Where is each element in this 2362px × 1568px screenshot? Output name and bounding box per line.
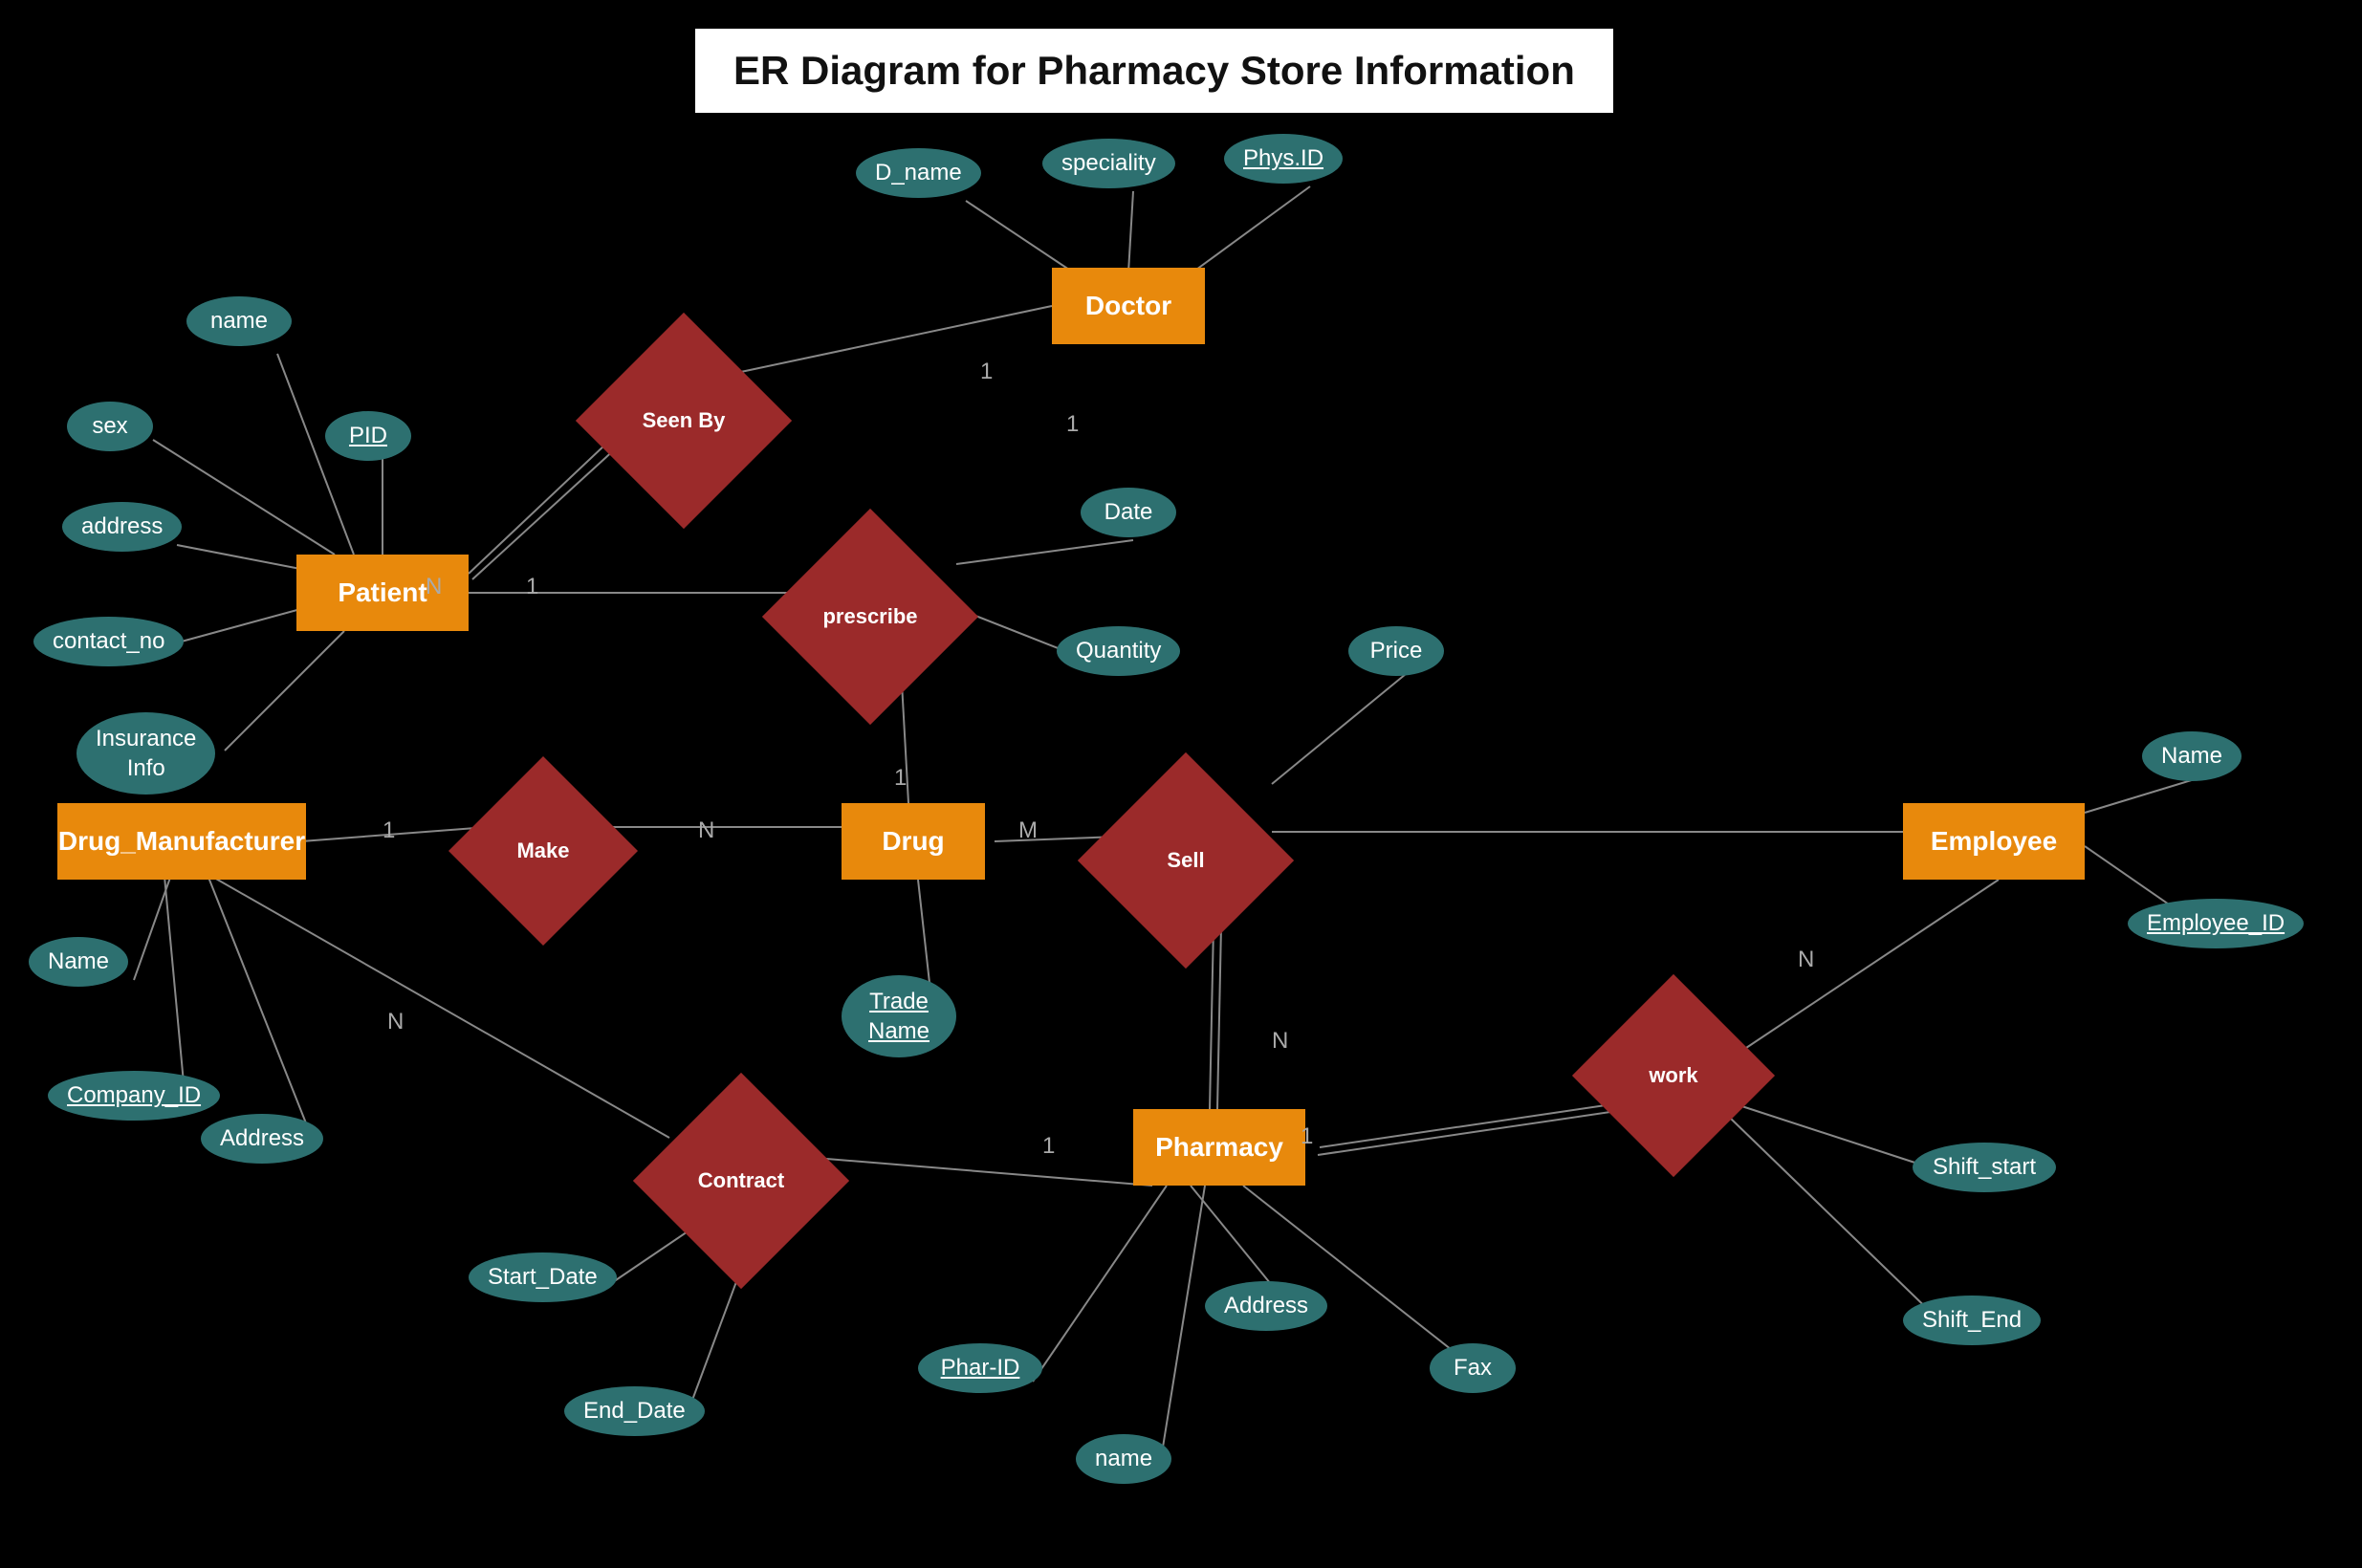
attr-prescribe-date: Date <box>1081 488 1176 537</box>
attr-doctor-speciality: speciality <box>1042 139 1175 188</box>
attr-pharmacy-address: Address <box>1205 1281 1327 1331</box>
card-prescribe-patient: N <box>426 574 442 600</box>
relationship-seen-by: Seen By <box>607 344 760 497</box>
attr-employee-empid: Employee_ID <box>2128 899 2304 948</box>
attr-dm-name: Name <box>29 937 128 987</box>
attr-employee-name: Name <box>2142 731 2242 781</box>
attr-patient-contact: contact_no <box>33 617 184 666</box>
attr-doctor-physid: Phys.ID <box>1224 134 1343 184</box>
attr-patient-address: address <box>62 502 182 552</box>
card-seenby-doctor: 1 <box>980 359 993 385</box>
attr-drug-tradename: Trade Name <box>842 975 956 1057</box>
attr-patient-insurance: Insurance Info <box>77 712 215 795</box>
attr-work-shiftend: Shift_End <box>1903 1296 2041 1345</box>
attr-work-shiftstart: Shift_start <box>1913 1143 2056 1192</box>
diagram-title: ER Diagram for Pharmacy Store Informatio… <box>695 29 1613 113</box>
entity-employee: Employee <box>1903 803 2085 880</box>
relationship-work: work <box>1602 1004 1745 1147</box>
attr-sell-price: Price <box>1348 626 1444 676</box>
attr-contract-startdate: Start_Date <box>469 1252 617 1302</box>
card-sell-drug: M <box>1018 817 1038 844</box>
attr-pharmacy-pharid: Phar-ID <box>918 1343 1042 1393</box>
relationship-make: Make <box>476 784 610 918</box>
attr-dm-companyid: Company_ID <box>48 1071 220 1121</box>
card-make-dm: 1 <box>383 817 395 844</box>
attr-dm-address: Address <box>201 1114 323 1164</box>
entity-drug-manufacturer: Drug_Manufacturer <box>57 803 306 880</box>
card-sell-pharmacy: N <box>1272 1028 1288 1055</box>
relationship-prescribe: prescribe <box>794 540 947 693</box>
card-prescribe-drug: 1 <box>894 765 907 792</box>
attr-patient-pid: PID <box>325 411 411 461</box>
attr-pharmacy-name: name <box>1076 1434 1171 1484</box>
card-work-employee: N <box>1798 947 1814 973</box>
entity-pharmacy: Pharmacy <box>1133 1109 1305 1186</box>
card-make-drug: N <box>698 817 714 844</box>
attr-prescribe-quantity: Quantity <box>1057 626 1180 676</box>
card-prescribe-patient2: 1 <box>526 574 538 600</box>
attr-patient-name: name <box>186 296 292 346</box>
relationship-sell: Sell <box>1109 784 1262 937</box>
entity-doctor: Doctor <box>1052 268 1205 344</box>
relationship-contract: Contract <box>665 1104 818 1257</box>
card-contract-pharmacy: 1 <box>1042 1133 1055 1160</box>
card-work-pharmacy: 1 <box>1301 1123 1313 1150</box>
attr-doctor-dname: D_name <box>856 148 981 198</box>
entity-drug: Drug <box>842 803 985 880</box>
card-seenby-doctor2: 1 <box>1066 411 1079 438</box>
card-contract-dm: N <box>387 1009 404 1035</box>
attr-pharmacy-fax: Fax <box>1430 1343 1516 1393</box>
attr-patient-sex: sex <box>67 402 153 451</box>
attr-contract-enddate: End_Date <box>564 1386 705 1436</box>
entity-patient: Patient <box>296 555 469 631</box>
